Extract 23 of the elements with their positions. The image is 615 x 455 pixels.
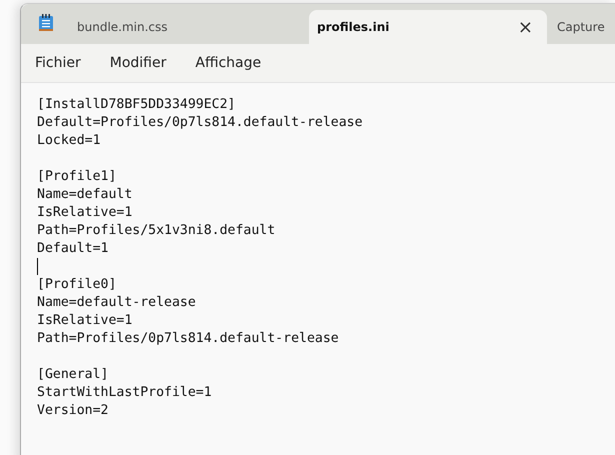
code-line: Path=Profiles/5x1v3ni8.default <box>37 222 276 240</box>
code-line: Path=Profiles/0p7ls814.default-release <box>37 330 340 348</box>
code-line: [Profile0] <box>37 276 118 294</box>
close-icon[interactable]: × <box>518 16 533 38</box>
code-line: Default=Profiles/0p7ls814.default-release <box>37 114 364 132</box>
code-line: Default=1 <box>37 240 110 258</box>
code-line: Name=default-release <box>37 294 197 312</box>
tab[interactable]: Capture <box>549 10 615 44</box>
tab[interactable]: bundle.min.css <box>69 10 307 44</box>
code-line: Name=default <box>37 186 134 204</box>
menu-item[interactable]: Modifier <box>110 55 166 71</box>
code-line: IsRelative=1 <box>37 204 134 222</box>
code-line: Locked=1 <box>37 132 102 150</box>
menu-item[interactable]: Affichage <box>195 55 262 71</box>
code-line: StartWithLastProfile=1 <box>37 384 213 402</box>
code-line: [InstallD78BF5DD33499EC2] <box>37 96 236 114</box>
notepad-icon <box>38 14 54 32</box>
code-line: IsRelative=1 <box>37 312 134 330</box>
code-line: Version=2 <box>37 402 110 420</box>
code-line: [General] <box>37 366 110 384</box>
code-line: [Profile1] <box>37 168 118 186</box>
tab[interactable]: profiles.ini × <box>309 10 547 44</box>
menu-item[interactable]: Fichier <box>35 55 81 71</box>
